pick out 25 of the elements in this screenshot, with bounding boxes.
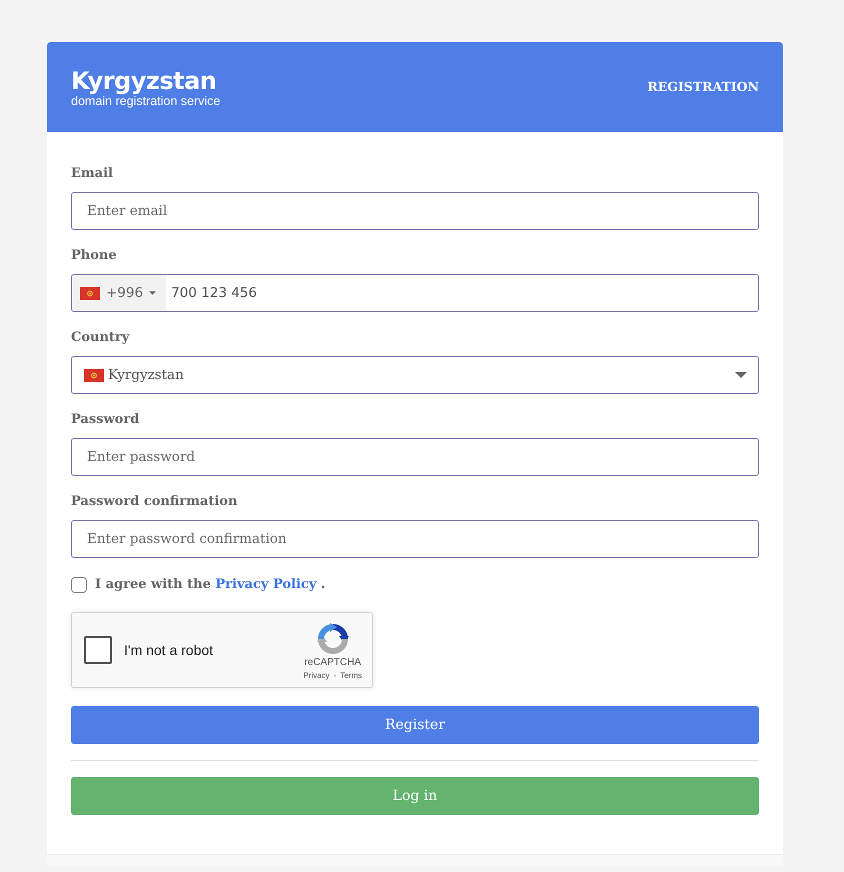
field-label: Country <box>71 329 131 347</box>
input-field[interactable]: Enter email <box>71 192 759 230</box>
circular-arrows-icon <box>316 623 349 655</box>
captcha-brand: reCAPTCHA <box>304 657 361 669</box>
captcha-link[interactable]: Privacy <box>303 671 330 681</box>
agree-checkbox[interactable] <box>71 577 87 593</box>
select-field[interactable]: Kyrgyzstan <box>71 356 759 394</box>
captcha-link[interactable]: Terms <box>340 671 362 681</box>
field-label: Email <box>71 165 114 183</box>
captcha-label: I'm not a robot <box>124 640 214 660</box>
field-label: Password confirmation <box>71 493 238 511</box>
page-title: REGISTRATION <box>647 78 759 96</box>
agree-text: I agree with the Privacy Policy . <box>95 576 326 594</box>
input-field[interactable]: Enter password confirmation <box>71 520 759 558</box>
logo-tagline: domain registration service <box>71 94 220 108</box>
flag-icon <box>84 368 104 382</box>
logo-text: Kyrgyzstan <box>71 68 218 94</box>
caret-icon <box>735 372 747 378</box>
input-field[interactable]: Enter password <box>71 438 759 476</box>
privacy-policy-link[interactable]: Privacy Policy <box>215 577 316 592</box>
field-label: Password <box>71 411 140 429</box>
register-button[interactable]: Register <box>71 706 759 744</box>
captcha-checkbox[interactable] <box>84 636 112 664</box>
field-label: Phone <box>71 247 118 265</box>
link-separator: - <box>334 671 336 681</box>
